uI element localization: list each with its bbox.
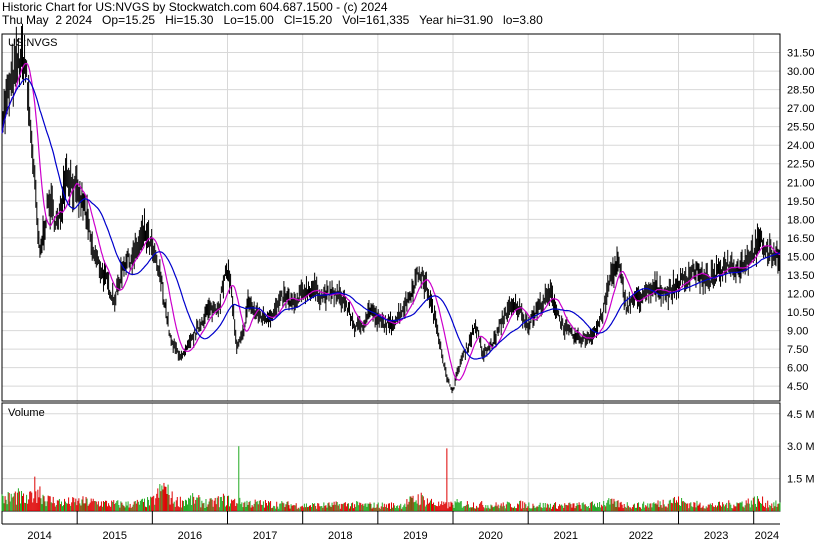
stock-chart: 31.50 30.00 28.50 27.00 25.50 24.00 22.50 21.00… — [1, 23, 815, 542]
price-tick-label: 27.00 — [787, 103, 815, 115]
volume-tick-label: 3.0 M — [787, 441, 815, 453]
price-tick-label: 12.00 — [787, 288, 815, 300]
year-tick-label: 2020 — [478, 530, 502, 542]
volume-tick-label: 4.5 M — [787, 409, 815, 421]
price-tick-label: 18.00 — [787, 214, 815, 226]
price-tick-label: 4.50 — [787, 381, 808, 393]
price-tick-label: 16.50 — [787, 233, 815, 245]
price-tick-label: 6.00 — [787, 363, 808, 375]
price-tick-label: 28.50 — [787, 85, 815, 97]
volume-panel-frame — [1, 402, 781, 512]
year-tick-label: 2024 — [755, 530, 779, 542]
moving-average-short — [1, 62, 781, 381]
year-tick-label: 2019 — [403, 530, 427, 542]
year-tick-label: 2021 — [554, 530, 578, 542]
year-axis-ticks: 2014 2015 2016 2017 2018 2019 2020 2021 2022 2023… — [1, 511, 780, 542]
price-panel-frame — [1, 33, 781, 402]
moving-average-long — [1, 77, 781, 360]
year-tick-label: 2016 — [178, 530, 202, 542]
price-tick-label: 25.50 — [787, 122, 815, 134]
price-tick-label: 24.00 — [787, 140, 815, 152]
price-tick-label: 13.50 — [787, 270, 815, 282]
symbol-label: US:NVGS — [8, 37, 58, 49]
year-tick-label: 2015 — [103, 530, 127, 542]
year-tick-label: 2014 — [27, 530, 51, 542]
volume-grid — [2, 403, 780, 511]
price-tick-label: 19.50 — [787, 196, 815, 208]
price-tick-label: 21.00 — [787, 177, 815, 189]
year-tick-label: 2022 — [629, 530, 653, 542]
price-tick-label: 15.00 — [787, 251, 815, 263]
price-tick-label: 22.50 — [787, 159, 815, 171]
year-tick-label: 2017 — [253, 530, 277, 542]
price-tick-label: 7.50 — [787, 344, 808, 356]
price-axis-ticks: 31.50 30.00 28.50 27.00 25.50 24.00 22.50 21.00… — [787, 48, 815, 394]
price-lines — [1, 23, 781, 394]
volume-panel-label: Volume — [8, 407, 45, 419]
price-grid — [2, 34, 780, 401]
price-tick-label: 31.50 — [787, 48, 815, 60]
year-tick-label: 2023 — [704, 530, 728, 542]
volume-tick-label: 1.5 M — [787, 474, 815, 486]
price-tick-label: 9.00 — [787, 326, 808, 338]
volume-axis-ticks: 4.5 M 3.0 M 1.5 M — [787, 409, 815, 486]
price-tick-label: 10.50 — [787, 307, 815, 319]
price-tick-label: 30.00 — [787, 66, 815, 78]
year-tick-label: 2018 — [328, 530, 352, 542]
